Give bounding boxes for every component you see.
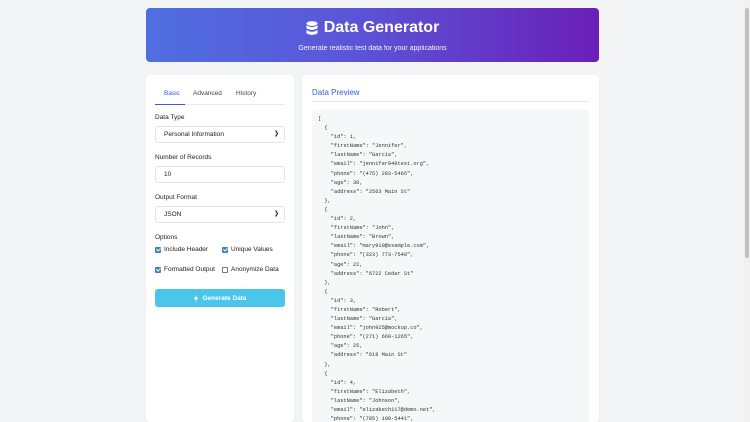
bolt-icon	[194, 294, 199, 302]
preview-panel: Data Preview [ { "id": 1, "firstName": "…	[302, 75, 599, 422]
preview-title: Data Preview	[312, 88, 360, 97]
tab-advanced[interactable]: Advanced	[193, 90, 222, 97]
checkbox-checked-icon	[155, 246, 161, 253]
active-tab-indicator	[155, 103, 185, 105]
include-header-checkbox[interactable]: Include Header	[155, 246, 208, 253]
data-type-label: Data Type	[155, 114, 185, 121]
app-header: Data Generator Generate realistic test d…	[146, 8, 599, 62]
generate-data-label: Generate Data	[202, 294, 247, 302]
checkbox-unchecked-icon	[222, 266, 228, 273]
scrollbar-thumb[interactable]	[745, 8, 749, 258]
page-scrollbar[interactable]	[744, 0, 750, 422]
chevron-down-icon: ❯	[273, 211, 279, 217]
anonymize-data-checkbox[interactable]: Anonymize Data	[222, 266, 279, 273]
data-type-select[interactable]: Personal Information ❯	[155, 126, 285, 143]
data-type-value: Personal Information	[164, 131, 224, 138]
checkbox-checked-icon	[222, 246, 228, 253]
records-value: 10	[164, 171, 172, 178]
unique-values-label: Unique Values	[231, 246, 273, 253]
divider	[312, 101, 589, 102]
app-title: Data Generator	[323, 19, 440, 36]
records-input[interactable]: 10	[155, 166, 285, 183]
output-format-value: JSON	[164, 211, 182, 218]
generate-data-button[interactable]: Generate Data	[155, 289, 285, 307]
json-preview: [ { "id": 1, "firstName": "Jennifer", "l…	[312, 110, 589, 422]
unique-values-checkbox[interactable]: Unique Values	[222, 246, 273, 253]
formatted-output-checkbox[interactable]: Formatted Output	[155, 266, 215, 273]
records-label: Number of Records	[155, 154, 212, 161]
database-icon	[306, 20, 318, 35]
settings-panel: Basic Advanced History Data Type Persona…	[146, 75, 294, 422]
checkbox-checked-icon	[155, 266, 161, 273]
output-format-label: Output Format	[155, 194, 197, 201]
tab-basic[interactable]: Basic	[164, 90, 180, 97]
formatted-output-label: Formatted Output	[164, 266, 215, 273]
app-subtitle: Generate realistic test data for your ap…	[298, 45, 447, 52]
output-format-select[interactable]: JSON ❯	[155, 206, 285, 223]
anonymize-data-label: Anonymize Data	[231, 266, 279, 273]
chevron-down-icon: ❯	[273, 131, 279, 137]
tab-bar: Basic Advanced History	[155, 87, 285, 105]
include-header-label: Include Header	[164, 246, 209, 253]
tab-history[interactable]: History	[236, 90, 256, 97]
options-label: Options	[155, 234, 178, 241]
